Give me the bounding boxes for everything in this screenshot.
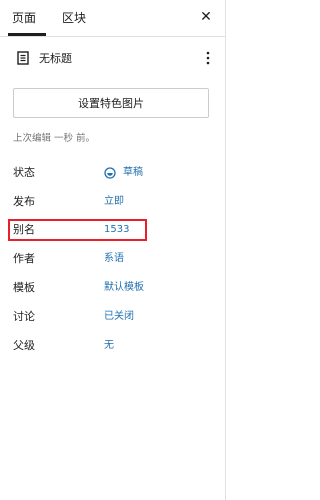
document-icon bbox=[17, 51, 29, 65]
status-row: 状态 草稿 bbox=[0, 163, 225, 183]
parent-value-link[interactable]: 无 bbox=[104, 336, 114, 356]
publish-label: 发布 bbox=[13, 195, 35, 208]
publish-value-link[interactable]: 立即 bbox=[104, 192, 124, 212]
publish-row: 发布 立即 bbox=[0, 192, 225, 212]
last-edited-text: 上次编辑 一秒 前。 bbox=[13, 133, 96, 144]
author-row: 作者 系语 bbox=[0, 249, 225, 269]
document-title: 无标题 bbox=[39, 52, 72, 65]
parent-row: 父级 无 bbox=[0, 336, 225, 356]
discussion-row: 讨论 已关闭 bbox=[0, 307, 225, 327]
author-label: 作者 bbox=[13, 252, 35, 265]
template-value-link[interactable]: 默认模板 bbox=[104, 278, 144, 298]
close-icon[interactable]: ✕ bbox=[197, 8, 215, 26]
tab-block[interactable]: 区块 bbox=[62, 0, 86, 36]
author-value-link[interactable]: 系语 bbox=[104, 249, 124, 269]
discussion-value-link[interactable]: 已关闭 bbox=[104, 307, 134, 327]
slug-highlight-annotation bbox=[8, 219, 147, 241]
draft-status-icon bbox=[104, 167, 116, 179]
status-label: 状态 bbox=[13, 166, 35, 179]
tab-page[interactable]: 页面 bbox=[12, 0, 36, 36]
status-value: 草稿 bbox=[123, 167, 143, 178]
active-tab-indicator bbox=[8, 33, 46, 36]
editor-settings-sidebar: 页面 区块 ✕ 无标题 设置特色图片 上次编辑 一秒 前。 状态 草稿 发布 立… bbox=[0, 0, 226, 500]
discussion-label: 讨论 bbox=[13, 310, 35, 323]
parent-label: 父级 bbox=[13, 339, 35, 352]
template-label: 模板 bbox=[13, 281, 35, 294]
document-summary: 无标题 bbox=[0, 37, 225, 79]
more-options-icon[interactable] bbox=[205, 49, 211, 67]
sidebar-tabs: 页面 区块 ✕ bbox=[0, 0, 225, 37]
set-featured-image-button[interactable]: 设置特色图片 bbox=[13, 88, 209, 118]
template-row: 模板 默认模板 bbox=[0, 278, 225, 298]
